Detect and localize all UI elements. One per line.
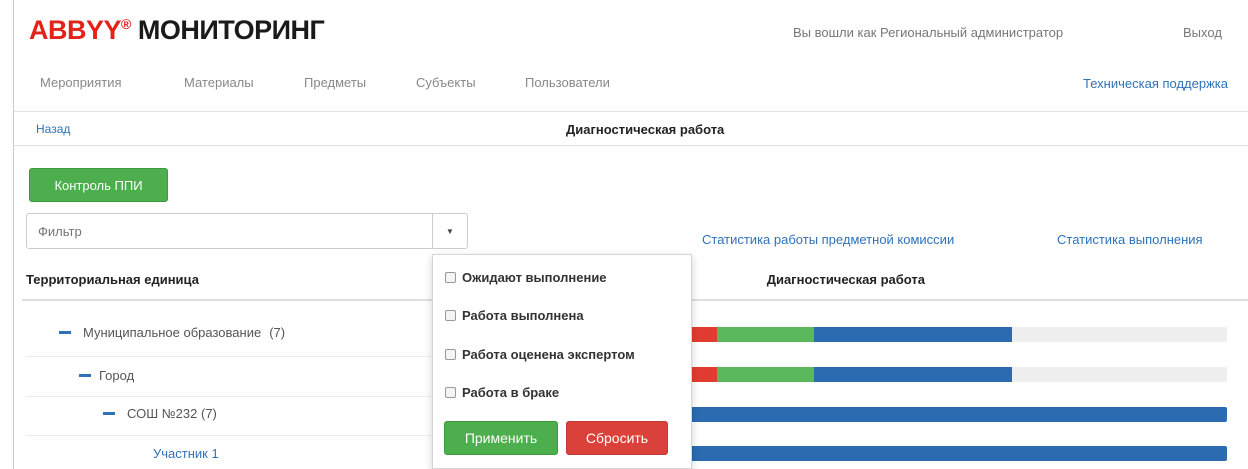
nav-item-regions[interactable]: Субъекты [416, 75, 476, 90]
table-row[interactable]: Город [79, 368, 134, 383]
completion-stats-link[interactable]: Статистика выполнения [1057, 232, 1203, 247]
status-segment-green [716, 327, 814, 342]
nav-item-subjects[interactable]: Предметы [304, 75, 366, 90]
apply-button[interactable]: Применить [444, 421, 558, 455]
table-row[interactable]: СОШ №232 (7) [103, 406, 217, 421]
filter-option-graded[interactable]: Работа оценена экспертом [445, 347, 635, 362]
option-label: Работа в браке [462, 385, 560, 400]
option-label: Работа выполнена [462, 308, 584, 323]
back-link[interactable]: Назад [36, 122, 70, 136]
status-segment-red [690, 367, 717, 382]
collapse-icon[interactable] [103, 412, 115, 415]
filter-dropdown-menu: Ожидают выполнение Работа выполнена Рабо… [432, 254, 692, 469]
row-name: Муниципальное образование [83, 325, 262, 340]
filter-dropdown-toggle[interactable]: ▼ [432, 213, 468, 249]
row-divider [26, 435, 431, 436]
filter-input[interactable] [26, 213, 433, 249]
nav-item-events[interactable]: Мероприятия [40, 75, 122, 90]
row-name: СОШ №232 (7) [127, 406, 217, 421]
progress-bar [690, 327, 1227, 342]
filter-option-defective[interactable]: Работа в браке [445, 385, 559, 400]
control-ppi-button[interactable]: Контроль ППИ [29, 168, 168, 202]
row-name: Город [99, 368, 135, 383]
collapse-icon[interactable] [79, 374, 91, 377]
page-title: Диагностическая работа [566, 122, 725, 137]
row-divider [26, 396, 431, 397]
header-divider [14, 111, 1248, 112]
row-count: (7) [269, 325, 286, 340]
support-link[interactable]: Техническая поддержка [1083, 76, 1228, 91]
checkbox[interactable] [445, 387, 456, 398]
column-header-work-text: Диагностическая работа [766, 272, 925, 287]
logged-in-text: Вы вошли как Региональный администратор [793, 25, 1064, 40]
status-segment-blue [813, 367, 1013, 382]
filter-option-done[interactable]: Работа выполнена [445, 308, 584, 323]
checkbox[interactable] [445, 310, 456, 321]
filter-option-waiting[interactable]: Ожидают выполнение [445, 270, 607, 285]
logo-mark: ® [121, 16, 131, 32]
option-label: Ожидают выполнение [462, 270, 607, 285]
progress-bar [690, 446, 1227, 461]
status-segment-red [690, 327, 717, 342]
checkbox[interactable] [445, 272, 456, 283]
logo-brand: ABBYY [29, 15, 122, 45]
row-divider [26, 356, 431, 357]
column-header-unit: Территориальная единица [26, 272, 199, 287]
progress-bar [690, 407, 1227, 422]
participant-link[interactable]: Участник 1 [153, 446, 219, 461]
commission-stats-link[interactable]: Статистика работы предметной комиссии [702, 232, 954, 247]
progress-bar [690, 367, 1227, 382]
reset-button[interactable]: Сбросить [566, 421, 668, 455]
collapse-icon[interactable] [59, 331, 71, 334]
status-segment-blue [690, 446, 1227, 461]
option-label: Работа оценена экспертом [462, 347, 635, 362]
table-row[interactable]: Муниципальное образование (7) [59, 325, 285, 340]
status-segment-blue [813, 327, 1013, 342]
nav-item-materials[interactable]: Материалы [184, 75, 254, 90]
nav-item-users[interactable]: Пользователи [525, 75, 610, 90]
title-divider [14, 145, 1248, 146]
logout-link[interactable]: Выход [1183, 25, 1222, 40]
logo: ABBYY® МОНИТОРИНГ [29, 15, 325, 46]
status-segment-blue [690, 407, 1227, 422]
status-segment-green [716, 367, 814, 382]
checkbox[interactable] [445, 349, 456, 360]
caret-down-icon: ▼ [446, 226, 454, 236]
logo-product: МОНИТОРИНГ [137, 15, 325, 45]
